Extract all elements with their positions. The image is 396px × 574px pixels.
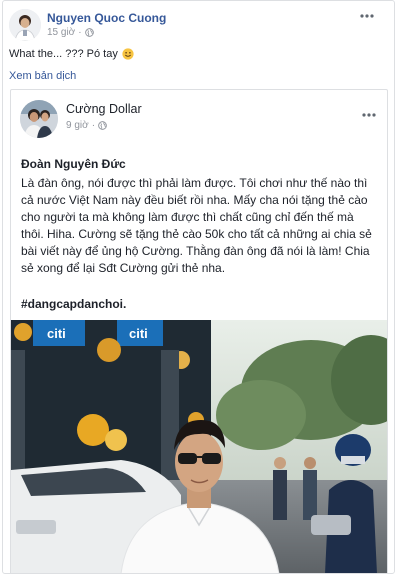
avatar[interactable] — [9, 9, 41, 41]
shared-post-avatar[interactable] — [20, 100, 58, 138]
shared-post-meta: 9 giờ · — [66, 120, 107, 131]
smile-emoji-icon — [122, 48, 134, 60]
globe-icon[interactable] — [98, 121, 107, 130]
citi-sign-text: citi — [47, 326, 66, 341]
author-name[interactable]: Nguyen Quoc Cuong — [47, 11, 166, 25]
hashtag[interactable]: #dangcapdanchoi. — [21, 297, 126, 311]
citi-sign-text-2: citi — [129, 326, 148, 341]
meta-separator: · — [91, 120, 96, 131]
shared-post-title: Đoàn Nguyên Đức — [21, 157, 126, 171]
see-translation-link[interactable]: Xem bản dịch — [9, 70, 76, 82]
post-meta: 15 giờ · — [47, 27, 94, 38]
post-text-content: What the... ??? Pó tay — [9, 48, 118, 60]
globe-icon[interactable] — [84, 28, 94, 37]
facebook-post-card: Nguyen Quoc Cuong 15 giờ · What the... ?… — [2, 0, 395, 574]
shared-post-author[interactable]: Cường Dollar — [66, 102, 142, 116]
shared-post-more-options-icon[interactable] — [362, 108, 376, 118]
meta-separator: · — [78, 27, 82, 38]
shared-post-body: Là đàn ông, nói được thì phải làm được. … — [21, 176, 372, 275]
shared-post-timestamp[interactable]: 9 giờ — [66, 120, 89, 131]
shared-post[interactable]: Cường Dollar 9 giờ · Đoàn Nguyên Đức Là … — [10, 89, 388, 573]
timestamp[interactable]: 15 giờ — [47, 27, 75, 38]
post-text: What the... ??? Pó tay — [9, 48, 134, 60]
shared-post-photo[interactable]: citi citi — [11, 320, 387, 573]
more-options-icon[interactable] — [360, 9, 374, 19]
